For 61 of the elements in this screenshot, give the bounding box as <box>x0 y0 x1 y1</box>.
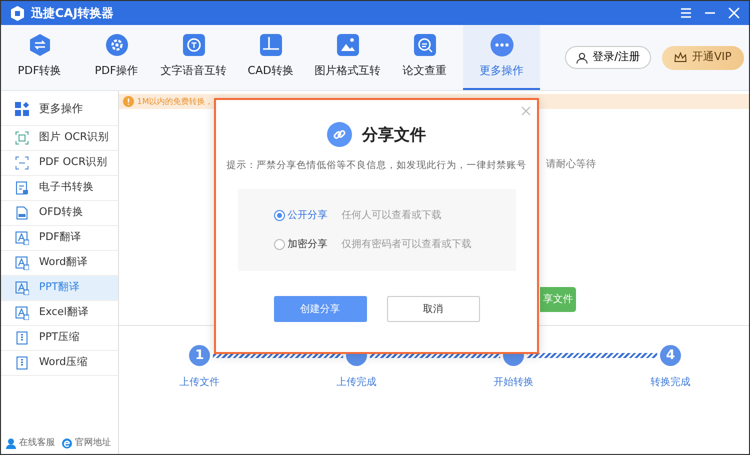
grid-icon <box>15 102 29 116</box>
toolbar-tab[interactable]: 论文查重 <box>386 25 463 90</box>
toolbar-tab[interactable]: PDF操作 <box>78 25 155 90</box>
footer-link[interactable]: 官网地址 <box>75 436 111 450</box>
speech-text-icon <box>182 33 206 58</box>
toolbar-tab[interactable]: 更多操作 <box>463 25 540 90</box>
translate-icon <box>15 306 29 320</box>
notice-text: 1M以内的免费转换， <box>137 96 213 108</box>
toolbar-tab[interactable]: CAD转换 <box>232 25 309 90</box>
browser-icon <box>61 437 73 450</box>
step-label: 转换完成 <box>650 376 690 390</box>
image-icon <box>336 33 360 58</box>
sidebar-item[interactable]: Word压缩 <box>1 351 118 376</box>
sidebar-item[interactable]: PPT压缩 <box>1 326 118 351</box>
gear-icon <box>104 33 128 58</box>
login-button[interactable]: 登录/注册 <box>565 46 652 69</box>
step-label: 上传文件 <box>180 376 220 390</box>
translate-icon <box>15 256 29 270</box>
sidebar-item[interactable]: PDF OCR识别 <box>1 151 118 176</box>
compress-icon <box>15 331 29 345</box>
link-icon <box>327 122 352 147</box>
cancel-button[interactable]: 取消 <box>386 296 480 322</box>
window-title: 迅捷CAJ转换器 <box>31 5 114 22</box>
sidebar-item[interactable]: PDF翻译 <box>1 226 118 251</box>
warning-icon <box>123 96 134 107</box>
ebook-icon <box>15 181 29 195</box>
headset-icon <box>5 437 17 450</box>
toolbar-tab[interactable]: 图片格式互转 <box>309 25 386 90</box>
menu-icon[interactable] <box>679 6 693 20</box>
radio-option[interactable]: 加密分享 <box>274 237 342 252</box>
scan-document-icon <box>15 156 29 170</box>
document-icon <box>28 33 52 58</box>
sidebar-item[interactable]: Excel翻译 <box>1 301 118 326</box>
vip-button[interactable]: 开通VIP <box>662 46 744 70</box>
sidebar-item[interactable]: 电子书转换 <box>1 176 118 201</box>
option-description: 任何人可以查看或下载 <box>342 208 442 224</box>
crown-icon <box>674 52 688 63</box>
step-label: 上传完成 <box>336 376 376 390</box>
app-logo-icon <box>9 4 26 22</box>
step-number: 4 <box>660 345 681 366</box>
more-icon <box>490 33 514 58</box>
toolbar-tab[interactable]: PDF转换 <box>1 25 78 90</box>
translate-icon <box>15 231 29 245</box>
compress-icon <box>15 356 29 370</box>
step-number: 1 <box>189 345 210 366</box>
radio-option[interactable]: 公开分享 <box>274 208 342 224</box>
hint-text: 提示：严禁分享色情低俗等不良信息，如发现此行为，一律封禁账号 <box>226 159 526 173</box>
sidebar-item[interactable]: OFD转换 <box>1 201 118 226</box>
toolbar-tab[interactable]: 文字语音互转 <box>155 25 232 90</box>
sidebar-heading: 更多操作 <box>39 100 83 117</box>
scan-image-icon <box>15 131 29 145</box>
translate-icon <box>15 281 29 295</box>
search-document-icon <box>412 33 436 58</box>
file-icon <box>15 206 29 220</box>
step-label: 开始转换 <box>494 376 534 390</box>
user-icon <box>576 52 588 64</box>
dialog-title: 分享文件 <box>362 124 426 146</box>
status-text: 请耐心等待 <box>546 158 596 172</box>
sidebar-item[interactable]: 图片 OCR识别 <box>1 126 118 151</box>
footer-link[interactable]: 在线客服 <box>19 436 55 450</box>
option-description: 仅拥有密码者可以查看或下载 <box>342 238 472 252</box>
